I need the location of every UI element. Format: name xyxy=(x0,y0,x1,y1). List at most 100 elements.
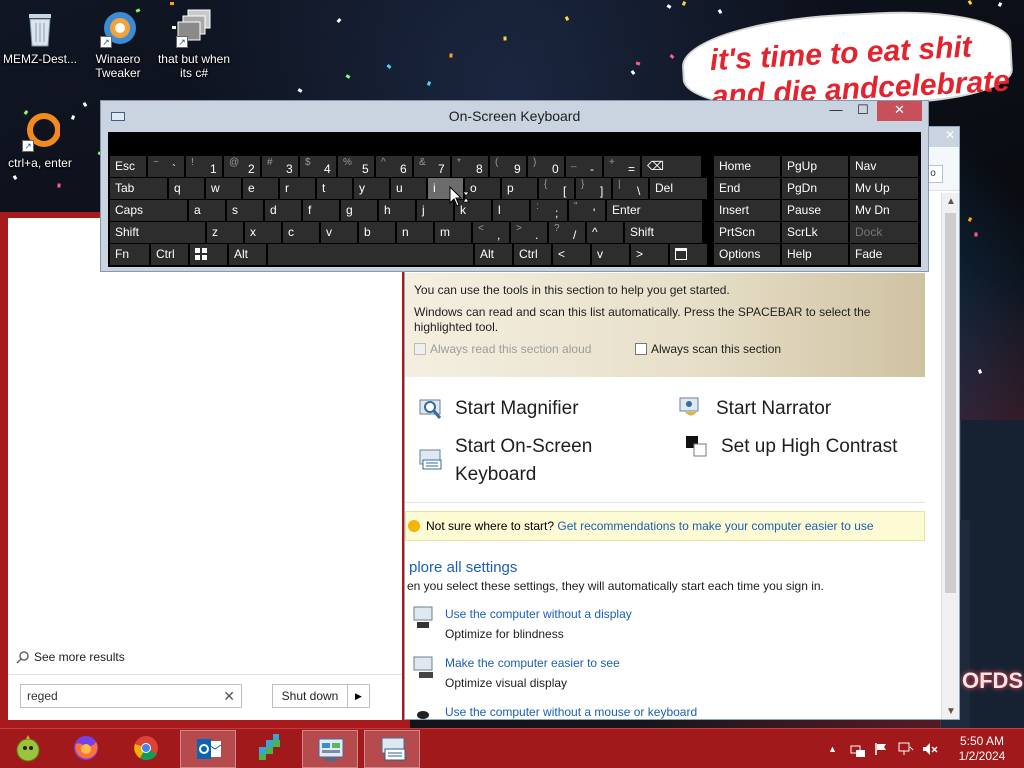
search-input[interactable]: reged ✕ xyxy=(20,684,242,708)
taskbar-item-firefox[interactable] xyxy=(58,730,114,768)
key-alt[interactable]: Alt xyxy=(475,244,512,265)
close-button[interactable]: ✕ xyxy=(877,101,922,121)
key-insert[interactable]: Insert xyxy=(714,200,780,221)
key-symbol[interactable]: <, xyxy=(473,222,509,243)
key-n[interactable]: n xyxy=(397,222,433,243)
key-3[interactable]: #3 xyxy=(262,156,298,177)
key-symbol[interactable]: ? / xyxy=(549,222,585,243)
key-l[interactable]: l xyxy=(493,200,529,221)
key-symbol[interactable]: }] xyxy=(576,178,611,199)
key-0[interactable]: ) 0 xyxy=(528,156,564,177)
key-[interactable]: ^ xyxy=(587,222,623,243)
taskbar-item-ie-mascot[interactable] xyxy=(0,730,56,768)
desktop-icon-ctrl-a-enter[interactable]: ↗ ctrl+a, enter xyxy=(0,112,82,170)
key-h[interactable]: h xyxy=(379,200,415,221)
key-p[interactable]: p xyxy=(502,178,537,199)
flag-icon[interactable] xyxy=(874,742,888,756)
key-del[interactable]: Del xyxy=(650,178,707,199)
key-v[interactable]: v xyxy=(592,244,629,265)
key-6[interactable]: ^ 6 xyxy=(376,156,412,177)
key-[interactable]: < xyxy=(553,244,590,265)
key-symbol[interactable]: >. xyxy=(511,222,547,243)
key-pgup[interactable]: PgUp xyxy=(782,156,848,177)
key-m[interactable]: m xyxy=(435,222,471,243)
taskbar-item-on-screen-keyboard[interactable] xyxy=(364,730,420,768)
key-symbol[interactable]: | \ xyxy=(613,178,648,199)
key-tab[interactable]: Tab xyxy=(110,178,167,199)
taskbar-item-outlook[interactable] xyxy=(180,730,236,768)
osk-titlebar[interactable]: On-Screen Keyboard — ☐ ✕ xyxy=(101,101,928,131)
key-alt[interactable]: Alt xyxy=(229,244,266,265)
key-y[interactable]: y xyxy=(354,178,389,199)
desktop-icon-that-but-when-its-c[interactable]: ↗ that but when its c# xyxy=(152,8,236,80)
start-on-screen-keyboard-link[interactable]: Start On-Screen Keyboard xyxy=(455,433,592,489)
key-2[interactable]: @2 xyxy=(224,156,260,177)
key-e[interactable]: e xyxy=(243,178,278,199)
key-8[interactable]: * 8 xyxy=(452,156,488,177)
desktop-icon-winaero-tweaker[interactable]: ↗ Winaero Tweaker xyxy=(76,8,160,80)
key-t[interactable]: t xyxy=(317,178,352,199)
ease-window-scrollbar[interactable]: ▲ ▼ xyxy=(941,193,959,719)
key-j[interactable]: j xyxy=(417,200,453,221)
key-pause[interactable]: Pause xyxy=(782,200,848,221)
windows-key[interactable] xyxy=(190,244,227,265)
key-b[interactable]: b xyxy=(359,222,395,243)
start-narrator-link[interactable]: Start Narrator xyxy=(716,395,831,423)
key-z[interactable]: z xyxy=(207,222,243,243)
show-hidden-icons-arrow-icon[interactable]: ▲ xyxy=(828,742,842,756)
menu-key[interactable] xyxy=(670,244,707,265)
key-mv-dn[interactable]: Mv Dn xyxy=(850,200,918,221)
shut-down-button[interactable]: Shut down xyxy=(272,684,348,708)
volume-muted-icon[interactable] xyxy=(922,742,938,756)
scroll-down-icon[interactable]: ▼ xyxy=(946,706,956,717)
key-prtscn[interactable]: PrtScn xyxy=(714,222,780,243)
key-caps[interactable]: Caps xyxy=(110,200,187,221)
backspace-key[interactable]: ⌫ xyxy=(642,156,701,177)
key-nav[interactable]: Nav xyxy=(850,156,918,177)
key-w[interactable]: w xyxy=(206,178,241,199)
key-options[interactable]: Options xyxy=(714,244,780,265)
key-home[interactable]: Home xyxy=(714,156,780,177)
set-up-high-contrast-link[interactable]: Set up High Contrast xyxy=(721,433,897,461)
key-fade[interactable]: Fade xyxy=(850,244,918,265)
key-help[interactable]: Help xyxy=(782,244,848,265)
key-symbol[interactable]: _ - xyxy=(566,156,602,177)
key-symbol[interactable]: ~ ` xyxy=(148,156,184,177)
key-g[interactable]: g xyxy=(341,200,377,221)
key-r[interactable]: r xyxy=(280,178,315,199)
key-f[interactable]: f xyxy=(303,200,339,221)
key-symbol[interactable]: + = xyxy=(604,156,640,177)
setting-link-without-mouse-keyboard[interactable]: Use the computer without a mouse or keyb… xyxy=(445,705,697,719)
key-q[interactable]: q xyxy=(169,178,204,199)
network-icon[interactable] xyxy=(898,742,914,756)
recommendations-link[interactable]: Get recommendations to make your compute… xyxy=(557,519,873,533)
maximize-button[interactable]: ☐ xyxy=(851,101,875,121)
taskbar-item-regedit[interactable] xyxy=(242,730,298,768)
key-fn[interactable]: Fn xyxy=(110,244,149,265)
minimize-button[interactable]: — xyxy=(825,101,847,121)
key-a[interactable]: a xyxy=(189,200,225,221)
setting-link-without-display[interactable]: Use the computer without a display xyxy=(445,607,632,621)
key-ctrl[interactable]: Ctrl xyxy=(151,244,188,265)
key-symbol[interactable]: " ' xyxy=(569,200,605,221)
key-4[interactable]: $4 xyxy=(300,156,336,177)
key-pgdn[interactable]: PgDn xyxy=(782,178,848,199)
key-shift[interactable]: Shift xyxy=(110,222,205,243)
always-scan-checkbox[interactable]: Always scan this section xyxy=(635,342,781,356)
key-5[interactable]: % 5 xyxy=(338,156,374,177)
key-symbol[interactable]: {[ xyxy=(539,178,574,199)
system-clock[interactable]: 5:50 AM 1/2/2024 xyxy=(950,734,1014,764)
key-mv-up[interactable]: Mv Up xyxy=(850,178,918,199)
checkbox-box[interactable] xyxy=(635,343,647,355)
key-ctrl[interactable]: Ctrl xyxy=(514,244,551,265)
key-u[interactable]: u xyxy=(391,178,426,199)
close-icon[interactable]: ✕ xyxy=(945,128,955,142)
taskbar-item-chrome[interactable] xyxy=(118,730,174,768)
start-magnifier-link[interactable]: Start Magnifier xyxy=(455,395,579,423)
desktop-icon-recycle-bin[interactable]: MEMZ-Dest... xyxy=(0,8,82,66)
key-s[interactable]: s xyxy=(227,200,263,221)
shut-down-options-arrow-icon[interactable]: ▶ xyxy=(348,684,370,708)
see-more-results-link[interactable]: See more results xyxy=(16,650,125,664)
key-shift[interactable]: Shift xyxy=(625,222,702,243)
key-x[interactable]: x xyxy=(245,222,281,243)
